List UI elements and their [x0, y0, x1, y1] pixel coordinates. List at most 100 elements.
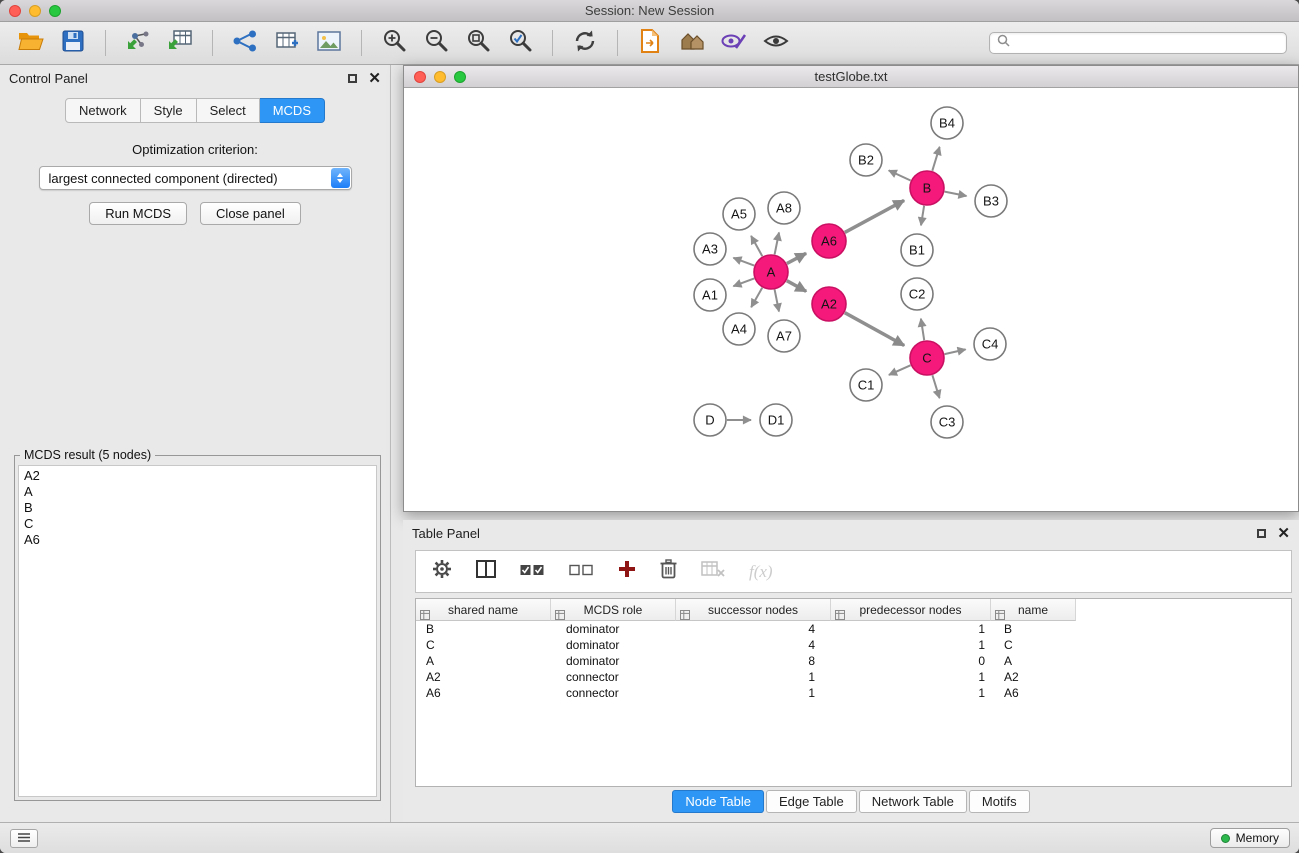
- mcds-result-list[interactable]: A2ABCA6: [18, 465, 377, 797]
- minimize-window-button[interactable]: [29, 5, 41, 17]
- graph-edge-A6-B[interactable]: [845, 200, 904, 232]
- table-row[interactable]: A2connector11A2: [416, 669, 1291, 685]
- tab-style[interactable]: Style: [141, 98, 197, 123]
- graph-node-A7[interactable]: A7: [768, 320, 800, 352]
- graph-node-B[interactable]: B: [910, 171, 944, 205]
- table-row[interactable]: A6connector11A6: [416, 685, 1291, 701]
- graph-node-A8[interactable]: A8: [768, 192, 800, 224]
- add-entry-button[interactable]: [618, 560, 636, 583]
- network-minimize-button[interactable]: [434, 71, 446, 83]
- column-header-mcds-role[interactable]: MCDS role: [551, 599, 676, 621]
- zoom-window-button[interactable]: [49, 5, 61, 17]
- search-input[interactable]: [1015, 36, 1279, 50]
- float-table-panel-icon[interactable]: [1257, 529, 1266, 538]
- graph-edge-B-B1[interactable]: [921, 206, 924, 226]
- export-image-button[interactable]: [310, 26, 348, 60]
- result-item-b[interactable]: B: [24, 500, 371, 516]
- network-window-titlebar[interactable]: testGlobe.txt: [404, 66, 1298, 88]
- graph-edge-A-A5[interactable]: [751, 236, 762, 256]
- table-row[interactable]: Adominator80A: [416, 653, 1291, 669]
- zoom-fit-button[interactable]: [459, 26, 497, 60]
- column-header-successor-nodes[interactable]: successor nodes: [676, 599, 831, 621]
- function-builder-button[interactable]: f(x): [749, 562, 773, 582]
- graph-node-C1[interactable]: C1: [850, 369, 882, 401]
- graph-node-B2[interactable]: B2: [850, 144, 882, 176]
- delete-entry-button[interactable]: [660, 559, 677, 584]
- memory-button[interactable]: Memory: [1210, 828, 1290, 848]
- table-row[interactable]: Bdominator41B: [416, 621, 1291, 637]
- select-all-button[interactable]: [520, 563, 545, 581]
- graph-node-A2[interactable]: A2: [812, 287, 846, 321]
- graph-edge-A-A1[interactable]: [733, 278, 754, 286]
- graph-node-A3[interactable]: A3: [694, 233, 726, 265]
- graph-edge-B-B2[interactable]: [889, 170, 911, 180]
- tab-edge-table[interactable]: Edge Table: [766, 790, 857, 813]
- delete-table-button[interactable]: [701, 560, 725, 583]
- graph-edge-C-C3[interactable]: [932, 375, 939, 398]
- graph-node-B1[interactable]: B1: [901, 234, 933, 266]
- graph-edge-A-A3[interactable]: [733, 258, 754, 266]
- show-columns-button[interactable]: [476, 560, 496, 583]
- run-mcds-button[interactable]: Run MCDS: [89, 202, 187, 225]
- save-session-button[interactable]: [54, 26, 92, 60]
- graph-node-A6[interactable]: A6: [812, 224, 846, 258]
- graph-edge-A-A6[interactable]: [787, 253, 806, 263]
- import-network-button[interactable]: [119, 26, 157, 60]
- zoom-selected-button[interactable]: [501, 26, 539, 60]
- graph-node-A[interactable]: A: [754, 255, 788, 289]
- column-header-name[interactable]: name: [991, 599, 1076, 621]
- graph-node-C[interactable]: C: [910, 341, 944, 375]
- table-row[interactable]: Cdominator41C: [416, 637, 1291, 653]
- close-window-button[interactable]: [9, 5, 21, 17]
- graph-edge-B-B3[interactable]: [945, 192, 967, 196]
- graph-node-B3[interactable]: B3: [975, 185, 1007, 217]
- column-header-shared-name[interactable]: shared name: [416, 599, 551, 621]
- graph-edge-A-A7[interactable]: [775, 290, 779, 312]
- float-panel-icon[interactable]: [348, 74, 357, 83]
- tab-select[interactable]: Select: [197, 98, 260, 123]
- optimization-criterion-select[interactable]: largest connected component (directed): [39, 166, 352, 190]
- column-header-predecessor-nodes[interactable]: predecessor nodes: [831, 599, 991, 621]
- result-item-a[interactable]: A: [24, 484, 371, 500]
- graph-node-A4[interactable]: A4: [723, 313, 755, 345]
- network-close-button[interactable]: [414, 71, 426, 83]
- result-item-a2[interactable]: A2: [24, 468, 371, 484]
- tab-network[interactable]: Network: [65, 98, 141, 123]
- graph-node-A5[interactable]: A5: [723, 198, 755, 230]
- close-panel-icon[interactable]: ✕: [368, 74, 381, 84]
- close-table-panel-icon[interactable]: ✕: [1277, 529, 1290, 539]
- graph-edge-A-A2[interactable]: [787, 281, 806, 292]
- unselect-all-button[interactable]: [569, 563, 594, 581]
- result-item-c[interactable]: C: [24, 516, 371, 532]
- new-network-button[interactable]: [226, 26, 264, 60]
- task-history-button[interactable]: [10, 829, 38, 848]
- result-item-a6[interactable]: A6: [24, 532, 371, 548]
- graph-edge-C-C1[interactable]: [889, 365, 911, 375]
- tab-network-table[interactable]: Network Table: [859, 790, 967, 813]
- graph-edge-A-A8[interactable]: [775, 233, 779, 255]
- graph-edge-B-B4[interactable]: [932, 147, 939, 171]
- open-session-button[interactable]: [12, 26, 50, 60]
- zoom-in-button[interactable]: [375, 26, 413, 60]
- graph-node-D[interactable]: D: [694, 404, 726, 436]
- graph-node-B4[interactable]: B4: [931, 107, 963, 139]
- hide-selected-button[interactable]: [715, 26, 753, 60]
- apply-layout-button[interactable]: [566, 26, 604, 60]
- graph-node-C4[interactable]: C4: [974, 328, 1006, 360]
- tab-node-table[interactable]: Node Table: [672, 790, 764, 813]
- network-canvas[interactable]: B4 B2 B B3 A5 A8 A6 B1 A3 A C2 A1 A2 A4 A7 C4 C C1 C3 D D1: [404, 89, 1298, 511]
- new-table-button[interactable]: [268, 26, 306, 60]
- graph-node-C2[interactable]: C2: [901, 278, 933, 310]
- graph-node-D1[interactable]: D1: [760, 404, 792, 436]
- import-table-button[interactable]: [161, 26, 199, 60]
- graph-edge-A-A4[interactable]: [751, 288, 762, 308]
- graph-edge-C-C2[interactable]: [921, 319, 924, 341]
- graph-node-A1[interactable]: A1: [694, 279, 726, 311]
- graph-edge-C-C4[interactable]: [945, 349, 966, 354]
- network-zoom-button[interactable]: [454, 71, 466, 83]
- show-all-button[interactable]: [757, 26, 795, 60]
- graph-node-C3[interactable]: C3: [931, 406, 963, 438]
- zoom-out-button[interactable]: [417, 26, 455, 60]
- first-neighbors-button[interactable]: [673, 26, 711, 60]
- close-panel-button[interactable]: Close panel: [200, 202, 301, 225]
